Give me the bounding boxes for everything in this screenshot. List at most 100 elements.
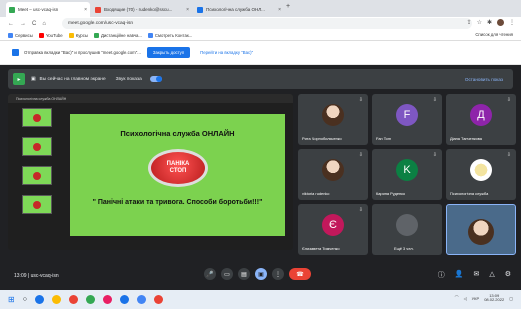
host-controls-icon[interactable]: ⚙ — [505, 270, 511, 280]
participant-tile[interactable]: ⇩ Психологічна служба — [446, 149, 516, 200]
reading-list[interactable]: Список для чтения — [475, 32, 513, 37]
present-icon: ▣ — [31, 76, 36, 82]
slide-thumbnail[interactable] — [22, 166, 52, 185]
participant-tile[interactable]: ⇩ viktoria rudenko — [298, 149, 368, 200]
present-button[interactable]: ▣ — [255, 268, 267, 280]
participant-tile[interactable]: ⇩ K Карина Руденко — [372, 149, 442, 200]
more-options-button[interactable]: ⋮ — [272, 268, 284, 280]
search-icon[interactable]: ○ — [23, 296, 27, 303]
avatar-stack — [396, 214, 418, 236]
url-input[interactable]: meet.google.com/usc-vcaq-isn — [62, 18, 472, 29]
taskbar-app-icon[interactable] — [34, 295, 44, 304]
pin-icon[interactable]: ⇩ — [433, 152, 437, 158]
pin-icon[interactable]: ⇩ — [507, 97, 511, 103]
wifi-icon[interactable]: ⌒ — [455, 295, 459, 301]
new-tab-button[interactable]: + — [286, 3, 290, 10]
slides-toolbar: Психологічна служба ОНЛАЙН — [8, 94, 293, 103]
taskbar-app-icon[interactable] — [51, 295, 61, 304]
bookmark-item[interactable]: Дистанційне навча... — [93, 32, 142, 38]
meeting-info: 13:09 | usc-vcaq-isn — [14, 273, 59, 279]
bookmarks-bar: Сервисы YouTube Курсы Дистанційне навча.… — [0, 30, 521, 41]
bookmark-item[interactable]: Смотреть Контак... — [147, 32, 192, 38]
sound-toggle[interactable] — [149, 76, 162, 82]
share-icon[interactable]: ⇪ — [467, 19, 472, 26]
reload-icon[interactable]: C — [32, 21, 36, 27]
slide-thumbnail[interactable] — [22, 137, 52, 156]
star-icon[interactable]: ☆ — [477, 19, 482, 26]
taskbar-app-icon[interactable] — [102, 295, 112, 304]
sharing-text: Отправка вкладки "Вас)" и прослушив "mee… — [24, 50, 141, 55]
slide-title: Психологічна служба ОНЛАЙН — [120, 129, 235, 138]
extensions-icon[interactable]: ✱ — [487, 19, 492, 26]
presentation-view: Психологічна служба ОНЛАЙН Психологічна … — [8, 94, 293, 250]
switch-tab-button[interactable]: Перейти на вкладку "Вас)" — [200, 50, 253, 55]
more-participants-tile[interactable]: Ещё 3 чел. — [372, 204, 442, 255]
participant-tile[interactable]: ⇩ Рита Чорнобильченко — [298, 94, 368, 145]
info-icon[interactable]: ⓘ — [438, 270, 445, 280]
mic-button[interactable]: 🎤 — [204, 268, 216, 280]
taskbar-app-icon[interactable] — [68, 295, 78, 304]
slide-thumbnails — [22, 108, 54, 224]
profile-avatar[interactable] — [497, 19, 504, 26]
stop-presenting-button[interactable]: Остановить показ — [465, 77, 503, 82]
bookmark-item[interactable]: YouTube — [38, 32, 63, 38]
captions-button[interactable]: ▤ — [238, 268, 250, 280]
tab-bar: Meet – usc-vcaq-isn × Входящие (70) - ru… — [0, 0, 521, 17]
docs-favicon-icon — [197, 6, 203, 13]
taskbar-app-icon[interactable] — [85, 295, 95, 304]
volume-icon[interactable]: ◁ — [464, 296, 467, 301]
stop-sharing-button[interactable]: Закрыть доступ — [146, 47, 191, 58]
slide-thumbnail[interactable] — [22, 108, 52, 127]
avatar: Д — [470, 104, 492, 126]
bookmark-item[interactable]: Сервисы — [8, 32, 33, 38]
home-icon[interactable]: ⌂ — [42, 21, 46, 27]
participant-tile[interactable]: ⇩ Д Діана Тапченкова — [446, 94, 516, 145]
menu-icon[interactable]: ⋮ — [509, 19, 515, 26]
pin-icon[interactable]: ⇩ — [359, 152, 363, 158]
pin-icon[interactable]: ⇩ — [507, 152, 511, 158]
avatar: F — [396, 104, 418, 126]
leave-call-button[interactable]: ☎ — [289, 268, 311, 280]
video-icon — [147, 32, 153, 38]
tab-gmail[interactable]: Входящие (70) - rudenko@sscu... × — [92, 2, 192, 17]
taskbar-app-icon[interactable] — [153, 295, 163, 304]
pin-icon[interactable]: ⇩ — [433, 97, 437, 103]
presenting-banner: ▸ ▣ Вы сейчас на главном экране Звук пок… — [8, 69, 513, 89]
bookmark-item[interactable]: Курсы — [68, 32, 88, 38]
language-indicator[interactable]: УКР — [472, 296, 480, 301]
taskbar-app-icon[interactable] — [119, 295, 129, 304]
activities-icon[interactable]: △ — [489, 270, 494, 280]
slide-thumbnail[interactable] — [22, 195, 52, 214]
separator: | — [27, 272, 30, 279]
sound-label: Звук показа — [115, 76, 142, 82]
sharing-notification-bar: Отправка вкладки "Вас)" и прослушив "mee… — [0, 41, 521, 65]
close-tab-icon[interactable]: × — [275, 7, 281, 13]
people-icon[interactable]: 👤 — [455, 270, 464, 280]
camera-button[interactable]: ▭ — [221, 268, 233, 280]
notifications-icon[interactable]: ▢ — [509, 296, 513, 301]
system-tray: ⌒ ◁ УКР 13:09 08.02.2022 ▢ — [455, 293, 513, 303]
screen-share-icon — [12, 49, 19, 56]
chrome-icon[interactable] — [136, 295, 146, 304]
back-icon[interactable]: ← — [8, 21, 14, 27]
pin-icon[interactable]: ⇩ — [359, 97, 363, 103]
participant-tile[interactable]: ⇩ Є Єлизавета Тимченко — [298, 204, 368, 255]
chat-icon[interactable]: ✉ — [473, 270, 479, 280]
close-tab-icon[interactable]: × — [183, 7, 189, 13]
pin-icon[interactable]: ⇩ — [359, 207, 363, 213]
self-view-tile[interactable] — [446, 204, 516, 255]
tab-psych[interactable]: Психологічна служба ОНЛ... × — [194, 2, 284, 17]
windows-taskbar: ⊞ ○ ⌒ ◁ УКР 13:09 08.02.2022 ▢ — [0, 290, 521, 309]
forward-icon[interactable]: → — [20, 21, 26, 27]
slide-quote: " Панічні атаки та тривога. Способи боро… — [92, 199, 263, 206]
tab-meet[interactable]: Meet – usc-vcaq-isn × — [6, 2, 90, 17]
tab-label: Meet – usc-vcaq-isn — [18, 7, 59, 12]
slide-canvas: Психологічна служба ОНЛАЙН ПАНІКА СТОП "… — [70, 114, 285, 236]
meeting-controls: 13:09 | usc-vcaq-isn 🎤 ▭ ▤ ▣ ⋮ ☎ ⓘ 👤 ✉ △… — [0, 261, 521, 290]
start-icon[interactable]: ⊞ — [8, 295, 15, 304]
meet-favicon-icon — [9, 6, 15, 13]
participant-tile[interactable]: ⇩ F Fan Tom — [372, 94, 442, 145]
slides-title: Психологічна служба ОНЛАЙН — [16, 96, 67, 101]
avatar — [322, 159, 344, 181]
close-tab-icon[interactable]: × — [81, 7, 87, 13]
